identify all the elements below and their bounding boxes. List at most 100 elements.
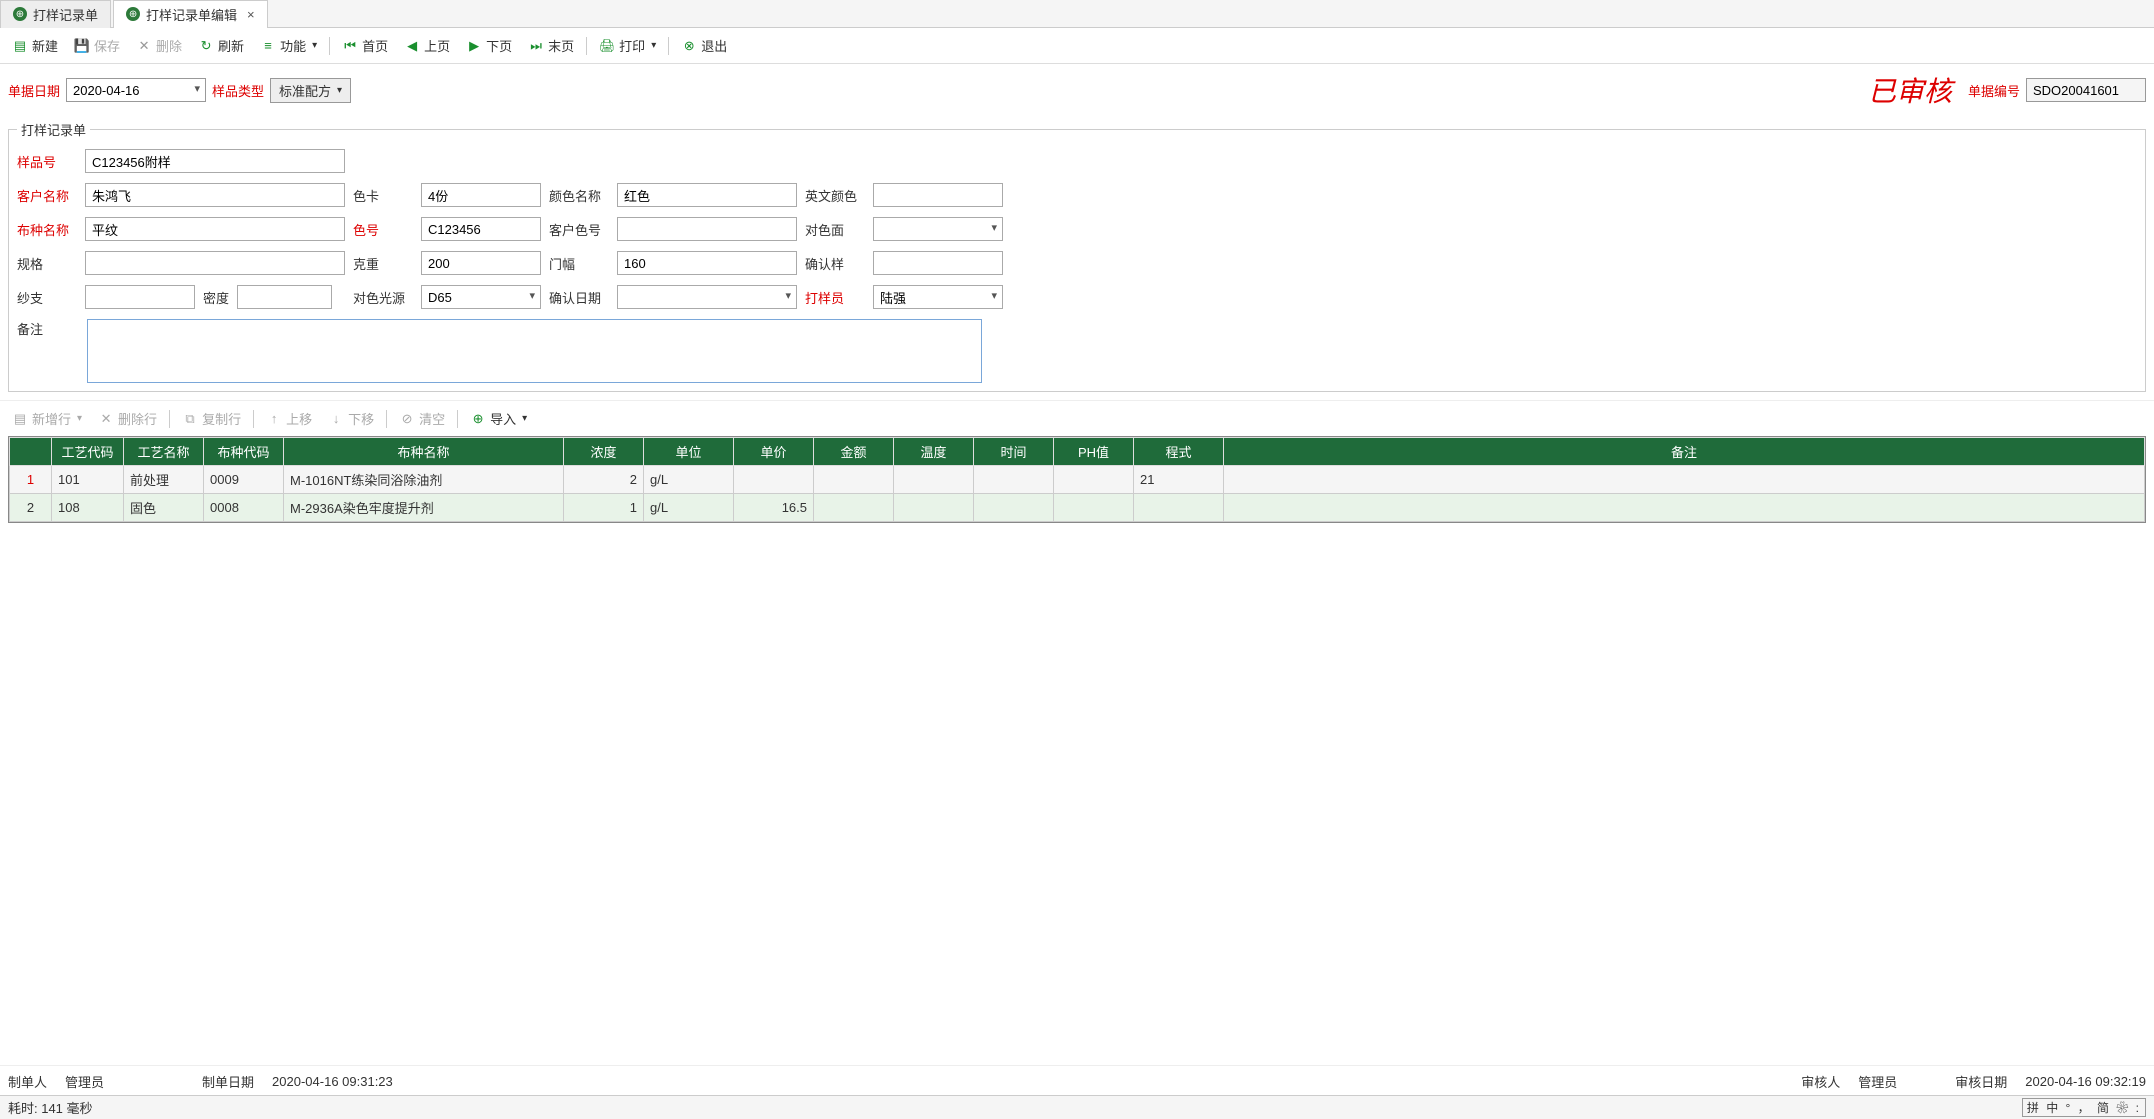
- table-cell[interactable]: 101: [52, 466, 124, 494]
- last-button[interactable]: ⏭末页: [524, 34, 578, 57]
- customer-label: 客户名称: [17, 186, 77, 205]
- chevron-down-icon: ▾: [312, 40, 317, 51]
- first-button[interactable]: ⏮首页: [338, 34, 392, 57]
- table-cell[interactable]: [1134, 494, 1224, 522]
- col-header[interactable]: PH值: [1054, 438, 1134, 466]
- table-cell[interactable]: 2: [564, 466, 644, 494]
- col-header[interactable]: 单价: [734, 438, 814, 466]
- confirm-date-input[interactable]: [617, 285, 797, 309]
- table-cell[interactable]: [814, 466, 894, 494]
- close-icon[interactable]: ×: [247, 7, 255, 22]
- table-cell[interactable]: 0008: [204, 494, 284, 522]
- weight-label: 克重: [353, 254, 413, 273]
- table-cell[interactable]: 2: [10, 494, 52, 522]
- table-cell[interactable]: [894, 466, 974, 494]
- spec-input[interactable]: [85, 251, 345, 275]
- table-cell[interactable]: g/L: [644, 466, 734, 494]
- moveup-button[interactable]: ↑上移: [262, 407, 316, 430]
- table-cell[interactable]: 0009: [204, 466, 284, 494]
- copyrow-button[interactable]: ⧉复制行: [178, 407, 245, 430]
- density-input[interactable]: [237, 285, 332, 309]
- table-cell[interactable]: 1: [10, 466, 52, 494]
- col-header[interactable]: 布种名称: [284, 438, 564, 466]
- ime-indicator[interactable]: 拼 中 ° ， 简 ❀ :: [2022, 1098, 2146, 1117]
- table-cell[interactable]: [734, 466, 814, 494]
- new-icon: ▤: [12, 38, 28, 54]
- auditor-label: 审核人: [1801, 1072, 1840, 1091]
- separator: [457, 410, 458, 428]
- auditor-value: 管理员: [1858, 1072, 1897, 1091]
- exit-button[interactable]: ⊗退出: [677, 34, 731, 57]
- table-cell[interactable]: [1054, 466, 1134, 494]
- col-header[interactable]: 备注: [1224, 438, 2145, 466]
- next-button[interactable]: ▶下页: [462, 34, 516, 57]
- clear-button[interactable]: ⊘清空: [395, 407, 449, 430]
- yarn-input[interactable]: [85, 285, 195, 309]
- light-select[interactable]: [421, 285, 541, 309]
- table-cell[interactable]: [814, 494, 894, 522]
- table-cell[interactable]: 前处理: [124, 466, 204, 494]
- col-header[interactable]: 工艺名称: [124, 438, 204, 466]
- color-card-input[interactable]: [421, 183, 541, 207]
- doc-date-input[interactable]: [66, 78, 206, 102]
- col-header[interactable]: 金额: [814, 438, 894, 466]
- col-header[interactable]: 布种代码: [204, 438, 284, 466]
- color-name-input[interactable]: [617, 183, 797, 207]
- movedown-button[interactable]: ↓下移: [324, 407, 378, 430]
- col-header[interactable]: [10, 438, 52, 466]
- table-cell[interactable]: M-1016NT练染同浴除油剂: [284, 466, 564, 494]
- table-row[interactable]: 1101前处理0009M-1016NT练染同浴除油剂2g/L 21: [10, 466, 2145, 494]
- table-cell[interactable]: [1224, 466, 2145, 494]
- table-cell[interactable]: [974, 494, 1054, 522]
- table-cell[interactable]: [1054, 494, 1134, 522]
- table-cell[interactable]: 21: [1134, 466, 1224, 494]
- create-time-label: 制单日期: [202, 1072, 254, 1091]
- delrow-button[interactable]: ✕删除行: [94, 407, 161, 430]
- tab-record-edit[interactable]: ⊕ 打样记录单编辑 ×: [113, 0, 268, 28]
- formula-type-select[interactable]: 标准配方▾: [270, 78, 351, 103]
- table-cell[interactable]: g/L: [644, 494, 734, 522]
- table-cell[interactable]: [894, 494, 974, 522]
- col-header[interactable]: 温度: [894, 438, 974, 466]
- weight-input[interactable]: [421, 251, 541, 275]
- table-cell[interactable]: 108: [52, 494, 124, 522]
- width-input[interactable]: [617, 251, 797, 275]
- customer-input[interactable]: [85, 183, 345, 207]
- table-cell[interactable]: M-2936A染色牢度提升剂: [284, 494, 564, 522]
- en-color-input[interactable]: [873, 183, 1003, 207]
- col-header[interactable]: 工艺代码: [52, 438, 124, 466]
- form-fieldset: 打样记录单 样品号 客户名称 色卡 颜色名称 英文颜色 布种名称 色号 客户色号…: [8, 120, 2146, 392]
- table-cell[interactable]: [1224, 494, 2145, 522]
- copy-icon: ⧉: [182, 411, 198, 427]
- delete-button[interactable]: ✕删除: [132, 34, 186, 57]
- new-button[interactable]: ▤新建: [8, 34, 62, 57]
- prev-button[interactable]: ◀上页: [400, 34, 454, 57]
- table-cell[interactable]: 固色: [124, 494, 204, 522]
- remark-textarea[interactable]: [87, 319, 982, 383]
- table-cell[interactable]: 16.5: [734, 494, 814, 522]
- col-header[interactable]: 浓度: [564, 438, 644, 466]
- fabric-name-input[interactable]: [85, 217, 345, 241]
- sampler-select[interactable]: [873, 285, 1003, 309]
- sample-no-input[interactable]: [85, 149, 345, 173]
- func-button[interactable]: ≡功能▾: [256, 34, 321, 57]
- confirm-sample-input[interactable]: [873, 251, 1003, 275]
- col-header[interactable]: 单位: [644, 438, 734, 466]
- import-button[interactable]: ⊕导入▾: [466, 407, 531, 430]
- tab-record-list[interactable]: ⊕ 打样记录单: [0, 0, 111, 28]
- col-header[interactable]: 程式: [1134, 438, 1224, 466]
- refresh-button[interactable]: ↻刷新: [194, 34, 248, 57]
- color-no-input[interactable]: [421, 217, 541, 241]
- match-side-select[interactable]: [873, 217, 1003, 241]
- print-button[interactable]: 🖨打印▾: [595, 34, 660, 57]
- table-cell[interactable]: 1: [564, 494, 644, 522]
- save-button[interactable]: 💾保存: [70, 34, 124, 57]
- docno-input[interactable]: [2026, 78, 2146, 102]
- detail-table[interactable]: 工艺代码工艺名称布种代码布种名称浓度单位单价金额温度时间PH值程式备注 1101…: [9, 437, 2145, 522]
- col-header[interactable]: 时间: [974, 438, 1054, 466]
- cust-color-no-input[interactable]: [617, 217, 797, 241]
- table-row[interactable]: 2108固色0008M-2936A染色牢度提升剂1g/L16.5: [10, 494, 2145, 522]
- addrow-button[interactable]: ▤新增行▾: [8, 407, 86, 430]
- table-cell[interactable]: [974, 466, 1054, 494]
- doc-date-wrap[interactable]: [66, 78, 206, 102]
